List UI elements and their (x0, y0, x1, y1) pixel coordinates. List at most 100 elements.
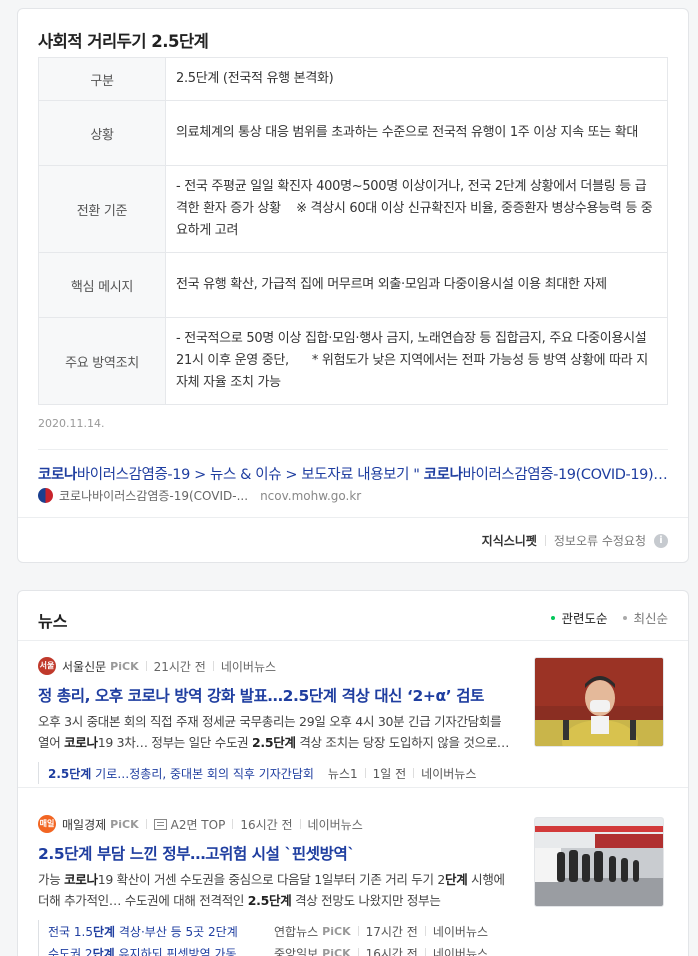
row-value: 의료체계의 통상 대응 범위를 초과하는 수준으로 전국적 유행이 1주 이상 … (165, 100, 668, 166)
related-news-title[interactable]: 수도권 2단계 유지하되 핀셋방역 가동 (48, 945, 260, 956)
headline-keyword: 2.5단계 (38, 845, 92, 863)
desc-text: 격상 전망도 나왔지만 정부는 (291, 893, 441, 908)
related-press[interactable]: 뉴스1 (328, 765, 358, 782)
related-text: 기로…정총리, 중대본 회의 직후 기자간담회 (91, 766, 314, 781)
sort-label: 관련도순 (561, 611, 608, 626)
news-card: 뉴스 관련도순 최신순 서울 서울신문 PiCK 21시간 전 네이버뉴스 정 … (17, 590, 689, 956)
info-icon[interactable]: i (654, 533, 668, 548)
related-news-title[interactable]: 전국 1.5단계 격상·부산 등 5곳 2단계 (48, 923, 260, 940)
news-thumbnail-image (535, 658, 663, 746)
portal-link[interactable]: 네이버뉴스 (421, 765, 476, 782)
row-header: 주요 방역조치 (38, 317, 166, 405)
portal-link[interactable]: 네이버뉴스 (433, 923, 488, 940)
news-headline[interactable]: 2.5단계 부담 느낀 정부…고위험 시설 `핀셋방역` (38, 842, 508, 864)
pick-badge: PiCK (110, 817, 139, 831)
desc-keyword: 코로나 (64, 872, 98, 887)
snippet-date: 2020.11.14. (38, 417, 105, 430)
separator (544, 535, 546, 546)
separator (424, 926, 426, 936)
separator (357, 926, 359, 936)
table-row: 핵심 메시지 전국 유행 확산, 가급적 집에 머무르며 외출·모임과 다중이용… (38, 252, 668, 318)
related-news-list: 전국 1.5단계 격상·부산 등 5곳 2단계 연합뉴스 PiCK 17시간 전… (38, 920, 668, 956)
related-text: 수도권 2 (48, 946, 93, 956)
knowledge-snippet-brand[interactable]: 지식스니펫 (482, 532, 537, 549)
separator (424, 948, 426, 956)
headline-text: 격상 대신 ‘2+α’ 검토 (336, 687, 485, 705)
related-news-item: 2.5단계 기로…정총리, 중대본 회의 직후 기자간담회 뉴스1 1일 전 네… (48, 762, 668, 784)
pick-badge: PiCK (322, 924, 351, 938)
news-time: 16시간 전 (240, 817, 293, 832)
pick-badge: PiCK (110, 659, 139, 673)
headline-keyword: 코로나 (127, 687, 170, 705)
snippet-title: 사회적 거리두기 2.5단계 (38, 32, 209, 51)
row-value: 전국 유행 확산, 가급적 집에 머무르며 외출·모임과 다중이용시설 이용 최… (165, 252, 668, 318)
related-keyword: 단계 (92, 924, 116, 939)
separator (364, 768, 366, 778)
snippet-footer: 지식스니펫 정보오류 수정요청 i (482, 532, 668, 549)
sort-relevance[interactable]: 관련도순 (551, 608, 607, 627)
portal-link[interactable]: 네이버뉴스 (221, 658, 276, 675)
press-logo-icon[interactable]: 서울 (38, 657, 56, 675)
headline-text: 정 총리, 오후 (38, 687, 128, 705)
news-description[interactable]: 오후 3시 중대본 회의 직접 주재 정세균 국무총리는 29일 오후 4시 3… (38, 711, 510, 753)
separator (232, 819, 234, 829)
row-header: 상황 (38, 100, 166, 166)
divider (18, 640, 688, 641)
row-value: - 전국 주평균 일일 확진자 400명~500명 이상이거나, 전국 2단계 … (165, 165, 668, 253)
desc-keyword: 단계 (445, 872, 468, 887)
news-thumbnail[interactable] (534, 817, 664, 907)
related-time: 16시간 전 (365, 946, 418, 956)
divider (38, 449, 668, 450)
row-value: 2.5단계 (전국적 유행 본격화) (165, 57, 668, 101)
sort-label: 최신순 (633, 611, 668, 626)
news-headline[interactable]: 정 총리, 오후 코로나 방역 강화 발표…2.5단계 격상 대신 ‘2+α’ … (38, 684, 508, 706)
headline-text: 부담 느낀 정부…고위험 시설 `핀셋방역` (91, 845, 355, 863)
source-name[interactable]: 코로나바이러스감염증-19(COVID-... (59, 487, 248, 504)
desc-text: 19 3차… 정부는 일단 수도권 (97, 735, 253, 750)
source-link[interactable]: 코로나바이러스감염증-19 > 뉴스 & 이슈 > 보도자료 내용보기 " 코로… (38, 463, 668, 484)
table-row: 전환 기준 - 전국 주평균 일일 확진자 400명~500명 이상이거나, 전… (38, 165, 668, 253)
press-name[interactable]: 매일경제 (62, 816, 106, 833)
headline-text: 방역 강화 발표… (169, 687, 283, 705)
sort-latest[interactable]: 최신순 (623, 608, 668, 627)
pick-badge: PiCK (322, 946, 351, 956)
source-info: 코로나바이러스감염증-19(COVID-... ncov.mohw.go.kr (38, 487, 361, 504)
row-value: - 전국적으로 50명 이상 집합·모임·행사 금지, 노래연습장 등 집합금지… (165, 317, 668, 405)
sort-options: 관련도순 최신순 (535, 608, 668, 627)
related-press[interactable]: 연합뉴스 (274, 923, 318, 940)
separator (357, 948, 359, 956)
related-text: 유지하되 핀셋방역 가동 (114, 946, 237, 956)
press-logo-icon[interactable]: 매일 (38, 815, 56, 833)
table-row: 주요 방역조치 - 전국적으로 50명 이상 집합·모임·행사 금지, 노래연습… (38, 317, 668, 405)
related-text: 전국 1.5 (48, 924, 93, 939)
news-thumbnail[interactable] (534, 657, 664, 747)
newspaper-icon (153, 818, 167, 830)
source-link-text: 바이러스감염증-19 > 뉴스 & 이슈 > 보도자료 내용보기 " (76, 467, 424, 483)
news-item: 서울 서울신문 PiCK 21시간 전 네이버뉴스 정 총리, 오후 코로나 방… (38, 657, 668, 784)
related-press[interactable]: 중앙일보 (274, 945, 318, 956)
related-text: 격상·부산 등 5곳 2단계 (115, 924, 238, 939)
divider (18, 787, 688, 788)
portal-link[interactable]: 네이버뉴스 (433, 945, 488, 956)
portal-link[interactable]: 네이버뉴스 (308, 816, 363, 833)
dot-icon (551, 615, 556, 620)
related-time: 1일 전 (372, 766, 407, 781)
press-name[interactable]: 서울신문 (62, 658, 106, 675)
related-keyword: 2.5단계 (48, 766, 92, 781)
table-row: 구분 2.5단계 (전국적 유행 본격화) (38, 57, 668, 101)
news-section-title: 뉴스 (38, 612, 68, 631)
dot-icon (623, 615, 628, 620)
row-header: 핵심 메시지 (38, 252, 166, 318)
desc-keyword: 2.5단계 (247, 893, 292, 908)
separator (212, 661, 214, 671)
related-news-title[interactable]: 2.5단계 기로…정총리, 중대본 회의 직후 기자간담회 (48, 765, 314, 782)
source-url[interactable]: ncov.mohw.go.kr (260, 489, 361, 503)
row-header: 구분 (38, 57, 166, 101)
separator (145, 819, 147, 829)
separator (413, 768, 415, 778)
source-link-bold: 코로나 (38, 467, 77, 483)
desc-keyword: 2.5단계 (252, 735, 296, 750)
report-error-link[interactable]: 정보오류 수정요청 (554, 532, 646, 549)
separator (299, 819, 301, 829)
news-description[interactable]: 가능 코로나19 확산이 거센 수도권을 중심으로 다음달 1일부터 기존 거리… (38, 869, 510, 911)
